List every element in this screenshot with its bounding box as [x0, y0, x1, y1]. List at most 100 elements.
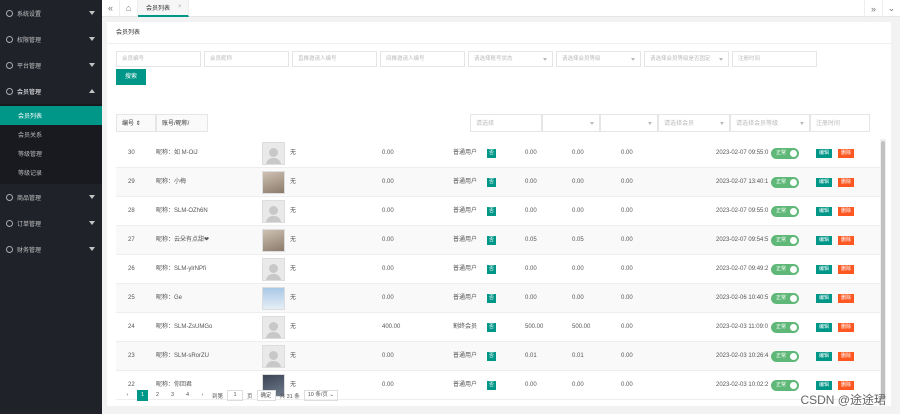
- menu-system-settings[interactable]: 系统设置: [0, 0, 102, 26]
- submenu-level-record[interactable]: 等级记录: [0, 163, 102, 182]
- delete-button[interactable]: 删除: [838, 178, 855, 187]
- avatar-head: [269, 351, 278, 360]
- status-toggle[interactable]: 正常: [771, 322, 799, 333]
- delete-button[interactable]: 删除: [838, 236, 855, 245]
- cell-inviter: 无: [290, 295, 297, 301]
- menu-label: 系统设置: [17, 11, 42, 18]
- edit-button[interactable]: 编辑: [816, 178, 833, 187]
- status-toggle[interactable]: 正常: [771, 351, 799, 362]
- account-status-select[interactable]: 请选择账号状态: [468, 51, 553, 67]
- member-level-select[interactable]: 请选择会员等级: [556, 51, 641, 67]
- edit-button[interactable]: 编辑: [816, 265, 833, 274]
- home-icon[interactable]: ⌂: [120, 0, 138, 17]
- header-level-select[interactable]: 请选择会员: [658, 114, 730, 132]
- edit-button[interactable]: 编辑: [816, 207, 833, 216]
- register-time-input[interactable]: 注册时间: [732, 51, 817, 67]
- menu-finance[interactable]: 财务管理: [0, 236, 102, 262]
- page-size-select[interactable]: 10 条/页 ⌄: [303, 390, 339, 401]
- status-toggle[interactable]: 正常: [771, 235, 799, 246]
- delete-button[interactable]: 删除: [838, 149, 855, 158]
- delete-button[interactable]: 删除: [838, 381, 855, 390]
- nickname-input[interactable]: 会员昵称: [204, 51, 289, 67]
- cell-value-a: 0.01: [525, 353, 537, 359]
- submenu-level-manage[interactable]: 等级管理: [0, 144, 102, 163]
- cell-nickname: 昵称：小梅: [156, 179, 187, 185]
- header-filter-1[interactable]: 请选择: [470, 114, 542, 132]
- delete-button[interactable]: 删除: [838, 265, 855, 274]
- goto-page-input[interactable]: 1: [227, 390, 244, 401]
- edit-button[interactable]: 编辑: [816, 381, 833, 390]
- close-icon[interactable]: ×: [178, 4, 182, 10]
- header-register-time[interactable]: 注册时间: [810, 114, 870, 132]
- edit-button[interactable]: 编辑: [816, 294, 833, 303]
- edit-button[interactable]: 编辑: [816, 352, 833, 361]
- vertical-scrollbar[interactable]: [880, 139, 886, 401]
- next-page-button[interactable]: ›: [197, 390, 208, 401]
- tab-member-list[interactable]: 会员列表 ×: [138, 0, 189, 17]
- level-fixed-select[interactable]: 请选择会员等级是否固定: [644, 51, 729, 67]
- goto-label: 到第: [212, 393, 224, 400]
- member-id-input[interactable]: 会员编号: [116, 51, 201, 67]
- avatar-head: [269, 148, 278, 157]
- status-toggle[interactable]: 正常: [771, 380, 799, 391]
- menu-goods[interactable]: 商品管理: [0, 184, 102, 210]
- delete-button[interactable]: 删除: [838, 207, 855, 216]
- direct-inviter-input[interactable]: 直推邀请人编号: [292, 51, 377, 67]
- cell-balance: 0.00: [382, 295, 394, 301]
- status-toggle[interactable]: 正常: [771, 206, 799, 217]
- edit-button[interactable]: 编辑: [816, 236, 833, 245]
- cell-nickname: 昵称：SLM-sRorZU: [156, 353, 210, 359]
- scrollbar-thumb[interactable]: [881, 141, 885, 399]
- gear-icon: [6, 9, 13, 17]
- cell-value-c: 0.00: [621, 382, 633, 388]
- search-button[interactable]: 搜索: [116, 69, 146, 85]
- tab-menu-icon[interactable]: ⌄: [882, 0, 900, 17]
- edit-button[interactable]: 编辑: [816, 323, 833, 332]
- page-1-button[interactable]: 1: [137, 390, 148, 401]
- edit-button[interactable]: 编辑: [816, 149, 833, 158]
- chevron-down-icon: [89, 195, 95, 199]
- header-filter-2[interactable]: [542, 114, 600, 132]
- table-body: 30 昵称：如 M-OiJ 无 0.00 普通用户 0.00 0.00 0.00 2023-02…: [116, 139, 880, 400]
- cell-level: 普通用户: [453, 382, 478, 388]
- fixed-flag-badge: 否: [487, 352, 496, 361]
- indirect-inviter-input[interactable]: 间推邀请人编号: [380, 51, 465, 67]
- sidebar: 系统设置 权限管理 平台管理 会员管理 会员列表 会员关系 等级管理 等级记录 …: [0, 0, 102, 414]
- goto-confirm-button[interactable]: 确定: [256, 390, 276, 401]
- cell-value-c: 0.00: [621, 150, 633, 156]
- status-toggle[interactable]: 正常: [771, 177, 799, 188]
- menu-orders[interactable]: 订单管理: [0, 210, 102, 236]
- page-2-button[interactable]: 2: [152, 390, 163, 401]
- header-level-fixed-select[interactable]: 请选择会员等级: [730, 114, 810, 132]
- cell-value-c: 0.00: [621, 237, 633, 243]
- status-toggle[interactable]: 正常: [771, 293, 799, 304]
- delete-button[interactable]: 删除: [838, 323, 855, 332]
- chevron-down-icon: [89, 247, 95, 251]
- avatar: [262, 171, 285, 194]
- scroll-left-icon[interactable]: «: [102, 0, 120, 17]
- cell-balance: 0.00: [382, 179, 394, 185]
- submenu-member-relation[interactable]: 会员关系: [0, 125, 102, 144]
- menu-platform[interactable]: 平台管理: [0, 52, 102, 78]
- cell-register-time: 2023-02-07 09:55:0: [716, 150, 769, 156]
- menu-permission[interactable]: 权限管理: [0, 26, 102, 52]
- delete-button[interactable]: 删除: [838, 294, 855, 303]
- cell-level: 普通用户: [453, 150, 478, 156]
- status-toggle[interactable]: 正常: [771, 264, 799, 275]
- page-4-button[interactable]: 4: [182, 390, 193, 401]
- scroll-right-icon[interactable]: »: [864, 0, 882, 17]
- cell-value-c: 0.00: [621, 266, 633, 272]
- delete-button[interactable]: 删除: [838, 352, 855, 361]
- menu-member[interactable]: 会员管理: [0, 78, 102, 104]
- header-filter-3[interactable]: [600, 114, 658, 132]
- cell-value-a: 0.00: [525, 382, 537, 388]
- cell-value-b: 0.00: [572, 266, 584, 272]
- prev-page-button[interactable]: ‹: [122, 390, 133, 401]
- col-id-header[interactable]: 编号 ⇕: [116, 114, 156, 132]
- page-3-button[interactable]: 3: [167, 390, 178, 401]
- submenu-member-list[interactable]: 会员列表: [0, 106, 102, 125]
- fixed-flag-badge: 否: [487, 265, 496, 274]
- status-toggle[interactable]: 正常: [771, 148, 799, 159]
- avatar: [262, 316, 285, 339]
- avatar-body: [266, 216, 281, 222]
